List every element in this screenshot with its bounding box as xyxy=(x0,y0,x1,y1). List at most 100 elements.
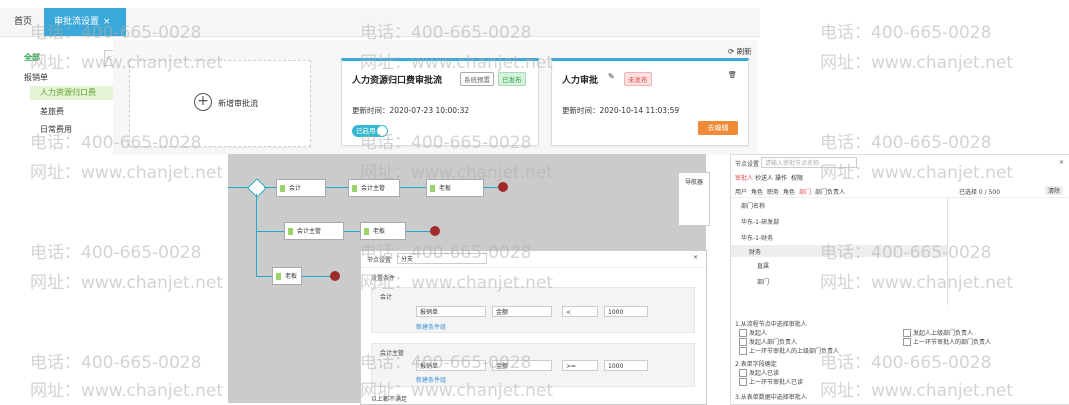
value-input[interactable]: 1000 xyxy=(604,360,648,371)
flow-edge xyxy=(344,231,360,232)
option-label: 上一环节审批人的部门负责人 xyxy=(913,339,992,346)
dept-item[interactable]: 财务 xyxy=(749,247,761,256)
tab-cc[interactable]: 抄送人 xyxy=(755,173,773,182)
clear-button[interactable]: 清除 xyxy=(1045,186,1064,195)
panel-title: 节点设置 xyxy=(735,161,760,168)
watermark: 网址：www.chanjet.net xyxy=(30,273,224,293)
flow-edge xyxy=(484,187,498,188)
panel-header: 节点设置 分支 × xyxy=(361,251,706,268)
flow-node[interactable]: 会计主管 xyxy=(284,222,344,240)
refresh-button[interactable]: ⟳ 刷新 xyxy=(728,46,752,57)
dept-header: 部门名称 xyxy=(741,203,766,210)
plus-icon: + xyxy=(194,93,212,111)
subtab-position[interactable]: 职务 xyxy=(767,187,779,196)
add-condition-group-link[interactable]: 新建条件组 xyxy=(416,322,446,331)
field-select[interactable]: 金额 xyxy=(492,306,552,317)
dept-item[interactable]: 部门 xyxy=(757,277,769,286)
option-label: 上一环节审批人的上级部门负责人 xyxy=(749,348,840,355)
approval-card[interactable]: 人力资源归口费审批流 系统预置 已发布 更新时间：2020-07-23 10:0… xyxy=(341,58,539,146)
end-node xyxy=(498,182,508,192)
form-select[interactable]: 报销单 xyxy=(416,360,486,371)
end-node xyxy=(430,226,440,236)
checkbox[interactable] xyxy=(739,369,747,377)
close-icon[interactable]: × xyxy=(1059,159,1064,166)
option-label: 上一环节审批人已读 xyxy=(749,379,804,386)
tab-approval-settings[interactable]: 审批流设置 × xyxy=(44,8,126,36)
close-icon[interactable]: × xyxy=(693,254,698,261)
watermark: 网址：www.chanjet.net xyxy=(30,381,224,401)
tree-item-travel[interactable]: 差旅费 xyxy=(40,106,64,117)
dept-item[interactable]: 华东-1-财务 xyxy=(741,233,773,242)
subtab-role[interactable]: 角色 xyxy=(751,187,763,196)
dept-item[interactable]: 直属 xyxy=(757,261,769,270)
panel-title: 节点设置 xyxy=(367,257,392,264)
checkbox[interactable] xyxy=(903,329,911,337)
tree-item-hr[interactable]: 人力资源归口费 xyxy=(30,86,122,100)
flow-node[interactable]: 老板 xyxy=(360,222,406,240)
flow-edge xyxy=(406,231,430,232)
form-select[interactable]: 报销单 xyxy=(416,306,486,317)
status-badge: 未发布 xyxy=(624,72,652,86)
dept-item[interactable]: 华东-1-研发部 xyxy=(741,217,779,226)
approver-options: 1.从流程节点中选择审批人 发起人 发起人部门负责人 上一环节审批人的上级部门负… xyxy=(731,315,1069,404)
toggle-label: 已启用 xyxy=(356,127,376,135)
tab-label: 审批流设置 xyxy=(54,17,100,27)
flow-node[interactable]: 会计主管 xyxy=(348,179,400,197)
enable-toggle[interactable]: 已启用 xyxy=(352,125,388,137)
node-name-input[interactable]: 请输入审批节点名称 xyxy=(761,157,857,168)
flow-edge xyxy=(256,194,257,276)
option-label: 发起人部门负责人 xyxy=(749,339,798,346)
refresh-icon: ⟳ xyxy=(728,47,735,56)
add-approval-card[interactable]: + 新增审批流 xyxy=(129,60,311,147)
checkbox[interactable] xyxy=(739,347,747,355)
condition-node[interactable] xyxy=(247,178,267,198)
card-title: 人力审批 xyxy=(562,76,599,86)
tab-approver[interactable]: 审批人 xyxy=(735,173,753,182)
trash-icon[interactable]: 🗑 xyxy=(728,71,737,79)
flow-node[interactable]: 老板 xyxy=(272,267,302,285)
tree-item-daily[interactable]: 日常费用 xyxy=(40,124,72,135)
checkbox[interactable] xyxy=(739,378,747,386)
approver-settings-panel: 节点设置 请输入审批节点名称 × 审批人 抄送人 操作 权限 用户 角色 职务 … xyxy=(730,154,1069,405)
dept-list: 部门名称 华东-1-研发部 华东-1-财务 财务 直属 部门 xyxy=(731,197,1069,305)
edit-icon[interactable]: ✎ xyxy=(608,72,615,81)
category-tree: 全部 报销单 人力资源归口费 差旅费 日常费用 xyxy=(18,40,122,215)
go-edit-button[interactable]: 去编辑 xyxy=(698,121,738,135)
operator-select[interactable]: < xyxy=(562,306,598,317)
subtab-dept-head[interactable]: 部门负责人 xyxy=(815,187,845,196)
flow-edge xyxy=(256,231,284,232)
checkbox[interactable] xyxy=(739,329,747,337)
minimap[interactable]: 导航器 xyxy=(678,172,710,226)
value-input[interactable]: 1000 xyxy=(604,306,648,317)
divider xyxy=(947,197,948,305)
tree-group-expense[interactable]: 报销单 xyxy=(24,72,48,83)
subtab-dept[interactable]: 部门 xyxy=(799,187,811,196)
tab-operation[interactable]: 操作 xyxy=(775,173,787,182)
checkbox[interactable] xyxy=(739,338,747,346)
subtab-role2[interactable]: 角色 xyxy=(783,187,795,196)
tree-root-all[interactable]: 全部 xyxy=(24,52,40,63)
branch-name-input[interactable]: 分支 xyxy=(397,253,487,264)
watermark: 电话：400-665-0028 xyxy=(30,353,202,373)
operator-select[interactable]: >= xyxy=(562,360,598,371)
flow-edge xyxy=(256,276,272,277)
refresh-label: 刷新 xyxy=(736,47,752,56)
condition-label: 设置条件 xyxy=(371,275,396,282)
approval-card-area: + 新增审批流 人力资源归口费审批流 系统预置 已发布 更新时间：2020-07… xyxy=(113,40,758,155)
group-name: 会计 xyxy=(380,294,393,301)
add-condition-group-link[interactable]: 新建条件组 xyxy=(416,375,446,384)
tab-permission[interactable]: 权限 xyxy=(791,173,803,182)
tab-home[interactable]: 首页 xyxy=(4,8,42,36)
checkbox[interactable] xyxy=(903,338,911,346)
field-select[interactable]: 金额 xyxy=(492,360,552,371)
toggle-knob xyxy=(377,126,387,136)
flow-node[interactable]: 老板 xyxy=(426,179,484,197)
close-icon[interactable]: × xyxy=(103,17,111,27)
update-time: 更新时间：2020-07-23 10:00:32 xyxy=(352,106,470,115)
minimap-label: 导航器 xyxy=(685,179,704,186)
condition-settings-panel: 节点设置 分支 × 设置条件 会计 报销单 金额 < 1000 新建条件组 会计… xyxy=(360,250,707,405)
flow-node[interactable]: 会计 xyxy=(276,179,326,197)
option-label: 发起人 xyxy=(749,330,768,337)
subtab-user[interactable]: 用户 xyxy=(735,187,747,196)
approval-card[interactable]: 人力审批 ✎ 未发布 🗑 更新时间：2020-10-14 11:03:59 去编… xyxy=(551,58,749,146)
